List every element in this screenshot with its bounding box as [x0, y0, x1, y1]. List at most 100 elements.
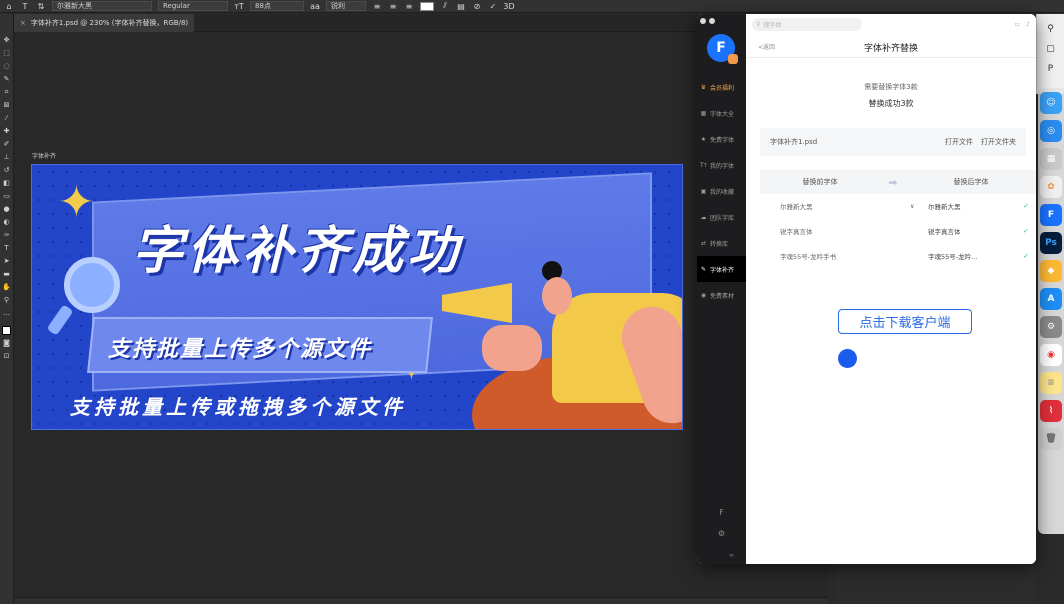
- close-icon[interactable]: ×: [20, 19, 26, 27]
- path-select-icon[interactable]: ➤: [2, 257, 12, 266]
- table-row[interactable]: 尔雅新大黑 ∨ 尔雅新大黑 ✓: [760, 194, 1036, 218]
- notes-icon[interactable]: ≡: [1040, 372, 1062, 394]
- figure-hand: [482, 325, 542, 371]
- foreground-color[interactable]: [2, 326, 11, 335]
- gradient-icon[interactable]: ▭: [2, 192, 12, 201]
- orientation-icon[interactable]: ⇅: [36, 1, 46, 11]
- pulse-icon[interactable]: ⌇: [1040, 400, 1062, 422]
- app-main: ⚲ 搜字体 ▭ ♪ 字体补齐替换 <返回 需要替换字体3款 替换成功3款 字体补…: [746, 14, 1036, 564]
- sidebar-item[interactable]: ▣ 我的收藏: [697, 178, 746, 204]
- download-client-button[interactable]: 点击下载客户端: [838, 309, 972, 334]
- sidebar-item[interactable]: ⇄ 转换库: [697, 230, 746, 256]
- back-button[interactable]: <返回: [758, 42, 775, 51]
- text-color-swatch[interactable]: [420, 1, 434, 11]
- sidebar-item[interactable]: ◉ 免费素材: [697, 282, 746, 308]
- screen-icon[interactable]: ▭: [1014, 21, 1020, 28]
- sidebar-item[interactable]: ▦ 字体大全: [697, 100, 746, 126]
- app-logo[interactable]: F: [707, 34, 738, 64]
- check-icon: ✓: [1023, 227, 1029, 235]
- stamp-icon[interactable]: ⊥: [2, 153, 12, 162]
- close-window-button[interactable]: [700, 18, 706, 24]
- chrome-icon[interactable]: ◉: [1040, 344, 1062, 366]
- panel-icon[interactable]: ▢: [1037, 44, 1064, 54]
- 3d-icon[interactable]: 3D: [503, 1, 514, 11]
- align-right-icon[interactable]: ≡: [404, 1, 414, 11]
- history-brush-icon[interactable]: ↺: [2, 166, 12, 175]
- text-tool-icon[interactable]: T: [20, 1, 30, 11]
- plugin-icon[interactable]: P: [1037, 64, 1064, 74]
- gear-icon[interactable]: ⚙: [718, 529, 725, 538]
- sidebar-item[interactable]: ★ 免费字体: [697, 126, 746, 152]
- align-left-icon[interactable]: ≡: [372, 1, 382, 11]
- settings-icon[interactable]: ⚙: [1040, 316, 1062, 338]
- home-icon[interactable]: ⌂: [4, 1, 14, 11]
- trash-icon[interactable]: 🗑: [1040, 428, 1062, 450]
- document-tab[interactable]: × 字体补齐1.psd @ 230% (字体补齐替换，RGB/8): [14, 14, 195, 32]
- sidebar-item[interactable]: ☁ 团队字库: [697, 204, 746, 230]
- sketch-icon[interactable]: ◆: [1040, 260, 1062, 282]
- blur-icon[interactable]: ●: [2, 205, 12, 214]
- sidebar-item-label: 字体补齐: [710, 266, 735, 274]
- fontapp-icon[interactable]: F: [1040, 204, 1062, 226]
- rectangle-icon[interactable]: ▬: [2, 270, 12, 279]
- lasso-tool-icon[interactable]: ◌: [2, 62, 12, 71]
- font-style-select[interactable]: Regular: [158, 1, 228, 11]
- mic-icon[interactable]: ♪: [1026, 21, 1030, 28]
- quick-mask-icon[interactable]: ◙: [2, 339, 12, 348]
- crop-tool-icon[interactable]: ⌗: [2, 88, 12, 97]
- type-tool-icon[interactable]: T: [2, 244, 12, 253]
- col-before-header: 替换前字体: [802, 178, 838, 186]
- table-row[interactable]: 字魂55号-龙吟手书 字魂55号-龙吟... ✓: [760, 244, 1036, 268]
- crown-icon: ♛: [700, 83, 707, 91]
- dodge-icon[interactable]: ◐: [2, 218, 12, 227]
- safari-icon[interactable]: ◎: [1040, 120, 1062, 142]
- healing-icon[interactable]: ✚: [2, 127, 12, 136]
- sidebar-item-label: 免费字体: [710, 136, 735, 144]
- font-family-select[interactable]: 尔雅新大黑: [52, 1, 152, 11]
- arrow-right-icon: ➡: [888, 175, 898, 189]
- warp-text-icon[interactable]: ⫽: [440, 1, 450, 11]
- font-size-select[interactable]: 88点: [250, 1, 304, 11]
- commit-icon[interactable]: ✓: [488, 1, 498, 11]
- search-input[interactable]: ⚲ 搜字体: [752, 18, 862, 31]
- needs-replace-text: 需要替换字体3款: [864, 83, 918, 91]
- sidebar-item[interactable]: ✎ 字体补齐: [697, 256, 746, 282]
- app-topbar: ⚲ 搜字体 ▭ ♪: [746, 14, 1036, 36]
- quick-select-icon[interactable]: ✎: [2, 75, 12, 84]
- hand-icon[interactable]: ✋: [2, 283, 12, 292]
- finder-icon[interactable]: ☺: [1040, 92, 1062, 114]
- search-icon[interactable]: ⚲: [1037, 24, 1064, 34]
- photos-icon[interactable]: ✿: [1040, 176, 1062, 198]
- cancel-icon[interactable]: ⊘: [472, 1, 482, 11]
- image-icon: ◉: [700, 291, 707, 299]
- align-center-icon[interactable]: ≡: [388, 1, 398, 11]
- appstore-icon[interactable]: A: [1040, 288, 1062, 310]
- frame-tool-icon[interactable]: ⊠: [2, 101, 12, 110]
- marquee-tool-icon[interactable]: ⬚: [2, 49, 12, 58]
- banner-artwork[interactable]: ✦ ✦ 字体补齐成功 支持批量上传多个源文件 支持批量上传或拖拽多个源文件: [31, 164, 683, 430]
- zoom-icon[interactable]: ⚲: [2, 296, 12, 305]
- table-row[interactable]: 锐字真言体 锐字真言体 ✓: [760, 219, 1036, 243]
- chevron-down-icon[interactable]: ∨: [910, 203, 918, 210]
- minimize-window-button[interactable]: [709, 18, 715, 24]
- check-icon: ✓: [1023, 252, 1029, 260]
- sidebar-item[interactable]: Tт 我的字体: [697, 152, 746, 178]
- pen-icon[interactable]: ✑: [2, 231, 12, 240]
- antialias-select[interactable]: 锐利: [326, 1, 366, 11]
- launchpad-icon[interactable]: ▦: [1040, 148, 1062, 170]
- open-file-link[interactable]: 打开文件: [945, 137, 973, 147]
- sidebar-item-label: 会员福利: [710, 84, 735, 92]
- eraser-icon[interactable]: ◧: [2, 179, 12, 188]
- artboard-label: 字体补齐: [32, 153, 57, 160]
- eyedropper-icon[interactable]: ⁄: [2, 114, 12, 123]
- more-tools-icon[interactable]: …: [2, 309, 12, 318]
- sidebar-item[interactable]: ♛ 会员福利: [697, 74, 746, 100]
- brush-icon[interactable]: ✐: [2, 140, 12, 149]
- move-tool-icon[interactable]: ✥: [2, 36, 12, 45]
- photoshop-icon[interactable]: Ps: [1040, 232, 1062, 254]
- open-folder-link[interactable]: 打开文件夹: [981, 137, 1016, 147]
- sidebar-item-label: 团队字库: [710, 214, 735, 222]
- font-logo-icon[interactable]: F: [719, 508, 724, 517]
- panels-icon[interactable]: ▤: [456, 1, 466, 11]
- screen-mode-icon[interactable]: ⊡: [2, 352, 12, 361]
